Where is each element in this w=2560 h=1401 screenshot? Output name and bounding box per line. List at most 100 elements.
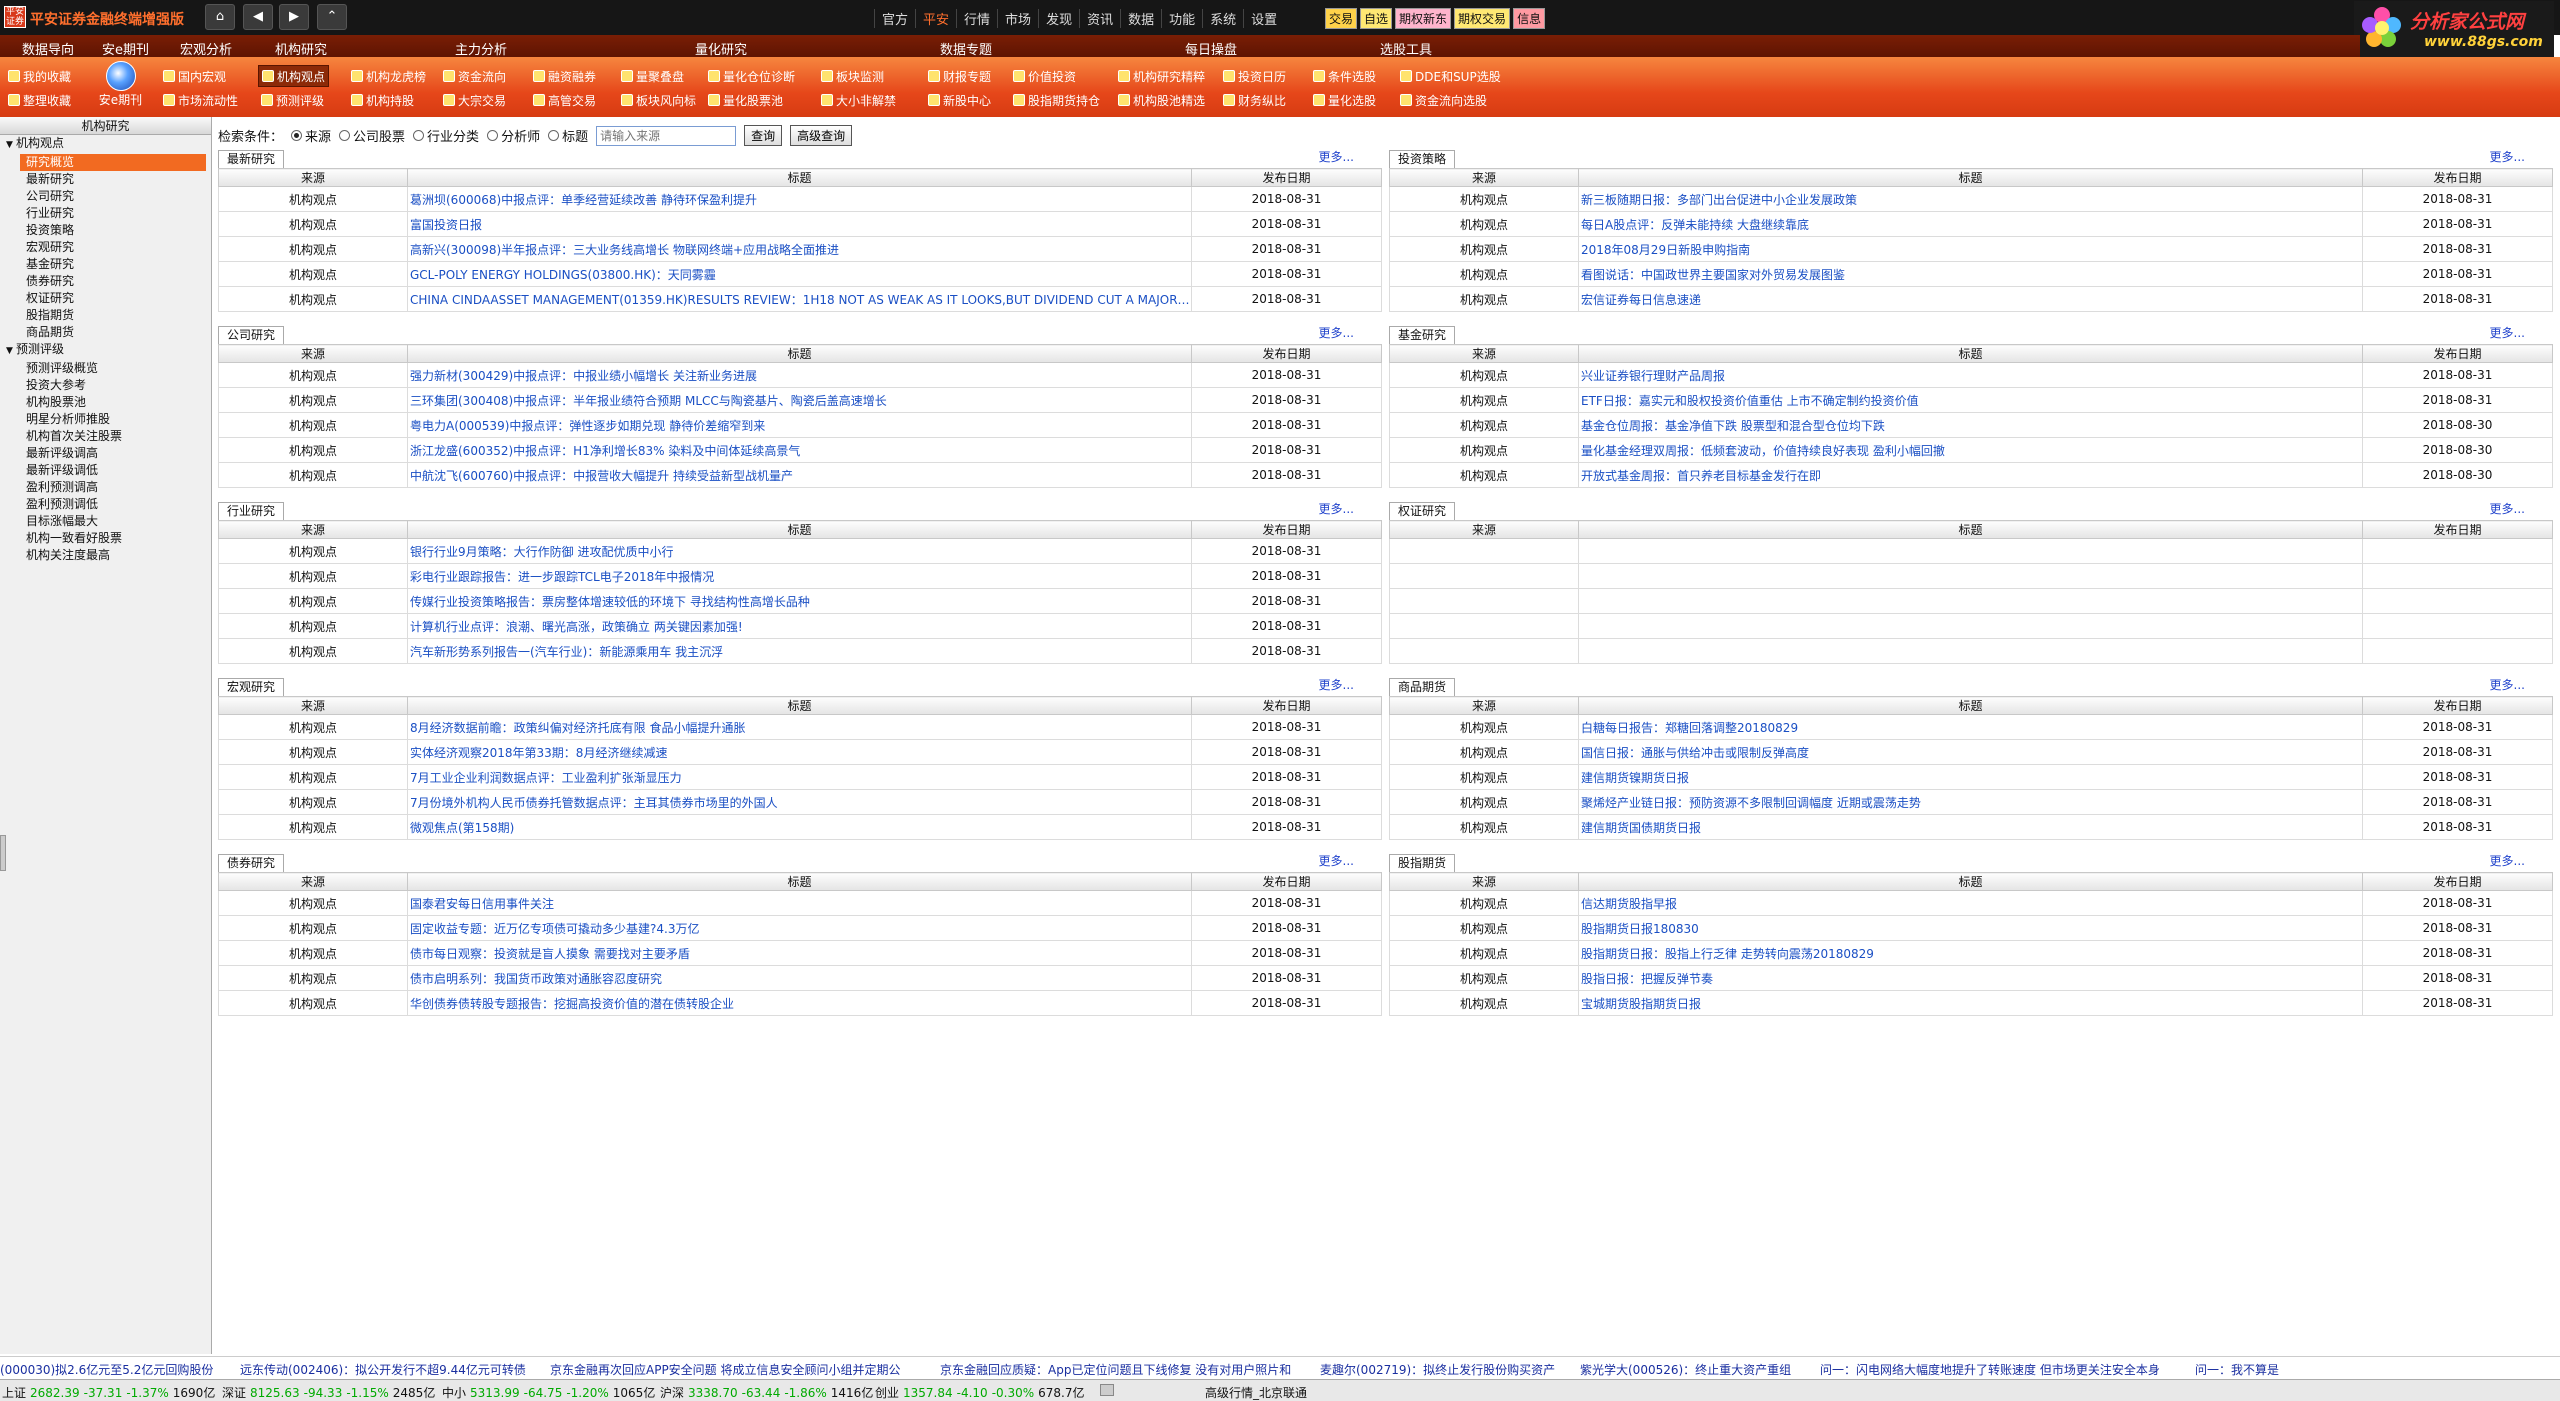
- report-title-link[interactable]: 宝城期货股指期货日报: [1578, 990, 2363, 1016]
- column-header-title[interactable]: 标题: [1578, 872, 2363, 891]
- toolbar-button[interactable]: 板块风向标: [618, 89, 699, 111]
- column-header-source[interactable]: 来源: [1389, 872, 1579, 891]
- ticker-item[interactable]: 麦趣尔(002719)：拟终止发行股份购买资产: [1320, 1361, 1555, 1378]
- search-option-1[interactable]: 公司股票: [339, 126, 405, 145]
- table-row[interactable]: 机构观点 宝城期货股指期货日报 2018-08-31: [1389, 990, 2553, 1016]
- report-title-link[interactable]: [1578, 538, 2363, 564]
- panel-tab[interactable]: 商品期货: [1389, 678, 1456, 696]
- tree-item[interactable]: 最新评级调高: [0, 445, 211, 462]
- tree-item[interactable]: 基金研究: [0, 256, 211, 273]
- top-menu-item[interactable]: 资讯: [1079, 9, 1120, 28]
- toolbar-button[interactable]: 机构持股: [348, 89, 417, 111]
- quick-button[interactable]: 信息: [1513, 8, 1546, 29]
- column-header-source[interactable]: 来源: [1389, 344, 1579, 363]
- column-header-title[interactable]: 标题: [407, 344, 1192, 363]
- report-title-link[interactable]: [1578, 613, 2363, 639]
- more-link[interactable]: 更多...: [2490, 500, 2525, 517]
- column-header-title[interactable]: 标题: [1578, 344, 2363, 363]
- top-menu-item[interactable]: 数据: [1120, 9, 1161, 28]
- table-row[interactable]: 机构观点 实体经济观察2018年第33期：8月经济继续减速 2018-08-31: [218, 739, 1382, 765]
- column-header-title[interactable]: 标题: [1578, 168, 2363, 187]
- table-row[interactable]: 机构观点 国信日报：通胀与供给冲击或限制反弹高度 2018-08-31: [1389, 739, 2553, 765]
- table-row[interactable]: 机构观点 计算机行业点评：浪潮、曙光高涨，政策确立 两关键因素加强! 2018-08…: [218, 613, 1382, 639]
- toolbar-button[interactable]: 财务纵比: [1220, 89, 1289, 111]
- tree-item[interactable]: 研究概览: [20, 154, 206, 171]
- report-title-link[interactable]: 债市启明系列：我国货币政策对通胀容忍度研究: [407, 965, 1192, 991]
- toolbar-button[interactable]: 资金流向: [440, 65, 509, 87]
- tree-group[interactable]: ▼ 机构观点: [0, 135, 211, 154]
- tree-item[interactable]: 盈利预测调高: [0, 479, 211, 496]
- report-title-link[interactable]: 宏信证券每日信息速递: [1578, 286, 2363, 312]
- report-title-link[interactable]: 国信日报：通胀与供给冲击或限制反弹高度: [1578, 739, 2363, 765]
- report-title-link[interactable]: [1578, 638, 2363, 664]
- toolbar-button[interactable]: 量化股票池: [705, 89, 786, 111]
- index-quote[interactable]: 创业 1357.84 -4.10 -0.30% 678.7亿: [875, 1384, 1089, 1401]
- column-header-source[interactable]: 来源: [1389, 168, 1579, 187]
- toolbar-button[interactable]: 大小非解禁: [818, 89, 899, 111]
- report-title-link[interactable]: 基金仓位周报：基金净值下跌 股票型和混合型仓位均下跌: [1578, 412, 2363, 438]
- report-title-link[interactable]: [1578, 588, 2363, 614]
- tree-item[interactable]: 机构一致看好股票: [0, 530, 211, 547]
- index-quote[interactable]: 中小 5313.99 -64.75 -1.20% 1065亿: [442, 1384, 659, 1401]
- quick-button[interactable]: 期权交易: [1454, 8, 1511, 29]
- table-row[interactable]: 机构观点 7月份境外机构人民币债券托管数据点评：主耳其债券市场里的外国人 2018-…: [218, 789, 1382, 815]
- top-menu-item[interactable]: 设置: [1243, 9, 1284, 28]
- radio-icon[interactable]: [413, 130, 425, 141]
- table-row[interactable]: 机构观点 新三板随期日报：多部门出台促进中小企业发展政策 2018-08-31: [1389, 186, 2553, 212]
- report-title-link[interactable]: 兴业证券银行理财产品周报: [1578, 362, 2363, 388]
- tree-item[interactable]: 宏观研究: [0, 239, 211, 256]
- panel-tab[interactable]: 最新研究: [218, 150, 285, 168]
- column-header-title[interactable]: 标题: [407, 696, 1192, 715]
- column-header-source[interactable]: 来源: [218, 696, 408, 715]
- panel-tab[interactable]: 股指期货: [1389, 854, 1456, 872]
- column-header-title[interactable]: 标题: [1578, 696, 2363, 715]
- table-row[interactable]: 机构观点 富国投资日报 2018-08-31: [218, 211, 1382, 237]
- table-row[interactable]: 机构观点 建信期货国债期货日报 2018-08-31: [1389, 814, 2553, 840]
- column-header-title[interactable]: 标题: [407, 168, 1192, 187]
- top-menu-item[interactable]: 行情: [956, 9, 997, 28]
- top-menu-item[interactable]: 平安: [915, 9, 956, 28]
- report-title-link[interactable]: 华创债券债转股专题报告：挖掘高投资价值的潜在债转股企业: [407, 990, 1192, 1016]
- search-option-4[interactable]: 标题: [548, 126, 588, 145]
- report-title-link[interactable]: GCL-POLY ENERGY HOLDINGS(03800.HK)：天同雾霾: [407, 261, 1192, 287]
- tree-group[interactable]: ▼ 预测评级: [0, 341, 211, 360]
- top-menu-item[interactable]: 市场: [997, 9, 1038, 28]
- ticker-item[interactable]: (000030)拟2.6亿元至5.2亿元回购股份: [0, 1361, 213, 1378]
- collapse-icon[interactable]: ⌃: [317, 4, 347, 30]
- tree-item[interactable]: 投资策略: [0, 222, 211, 239]
- report-title-link[interactable]: 7月工业企业利润数据点评：工业盈利扩张渐显压力: [407, 764, 1192, 790]
- report-title-link[interactable]: 实体经济观察2018年第33期：8月经济继续减速: [407, 739, 1192, 765]
- toolbar-button[interactable]: 机构股池精选: [1115, 89, 1208, 111]
- ticker-item[interactable]: 京东金融再次回应APP安全问题 将成立信息安全顾问小组并定期公: [550, 1361, 901, 1378]
- tree-item[interactable]: 行业研究: [0, 205, 211, 222]
- table-row[interactable]: 机构观点 粤电力A(000539)中报点评：弹性逐步如期兑现 静待价差缩窄到来 20…: [218, 412, 1382, 438]
- toolbar-button[interactable]: 条件选股: [1310, 65, 1379, 87]
- index-quote[interactable]: 上证 2682.39 -37.31 -1.37% 1690亿: [2, 1384, 219, 1401]
- table-row[interactable]: [1389, 588, 2553, 614]
- table-row[interactable]: 机构观点 华创债券债转股专题报告：挖掘高投资价值的潜在债转股企业 2018-08-3…: [218, 990, 1382, 1016]
- toolbar-button[interactable]: 预测评级: [258, 89, 327, 111]
- report-title-link[interactable]: 强力新材(300429)中报点评：中报业绩小幅增长 关注新业务进展: [407, 362, 1192, 388]
- more-link[interactable]: 更多...: [2490, 852, 2525, 869]
- toolbar-button[interactable]: 量化选股: [1310, 89, 1379, 111]
- tree-item[interactable]: 机构首次关注股票: [0, 428, 211, 445]
- column-header-date[interactable]: 发布日期: [1191, 696, 1382, 715]
- radio-icon[interactable]: [487, 130, 499, 141]
- tree-item[interactable]: 目标涨幅最大: [0, 513, 211, 530]
- report-title-link[interactable]: 聚烯烃产业链日报：预防资源不多限制回调幅度 近期或震荡走势: [1578, 789, 2363, 815]
- ticker-item[interactable]: 问一：闪电网络大幅度地提升了转账速度 但市场更关注安全本身: [1820, 1361, 2160, 1378]
- tree-toggle-icon[interactable]: ▼: [6, 343, 16, 360]
- report-title-link[interactable]: 新三板随期日报：多部门出台促进中小企业发展政策: [1578, 186, 2363, 212]
- tree-toggle-icon[interactable]: ▼: [6, 137, 16, 154]
- tree-item[interactable]: 股指期货: [0, 307, 211, 324]
- report-title-link[interactable]: 银行行业9月策略：大行作防御 进攻配优质中小行: [407, 538, 1192, 564]
- more-link[interactable]: 更多...: [2490, 324, 2525, 341]
- report-title-link[interactable]: 建信期货镍期货日报: [1578, 764, 2363, 790]
- ticker-item[interactable]: 问一：我不算是: [2195, 1361, 2279, 1378]
- more-link[interactable]: 更多...: [1319, 676, 1354, 693]
- report-title-link[interactable]: 微观焦点(第158期): [407, 814, 1192, 840]
- report-title-link[interactable]: 高新兴(300098)半年报点评：三大业务线高增长 物联网终端+应用战略全面推进: [407, 236, 1192, 262]
- table-row[interactable]: 机构观点 兴业证券银行理财产品周报 2018-08-31: [1389, 362, 2553, 388]
- table-row[interactable]: 机构观点 量化基金经理双周报：低频套波动，价值持续良好表现 盈利小幅回撤 2018-…: [1389, 437, 2553, 463]
- report-title-link[interactable]: 葛洲坝(600068)中报点评：单季经营延续改善 静待环保盈利提升: [407, 186, 1192, 212]
